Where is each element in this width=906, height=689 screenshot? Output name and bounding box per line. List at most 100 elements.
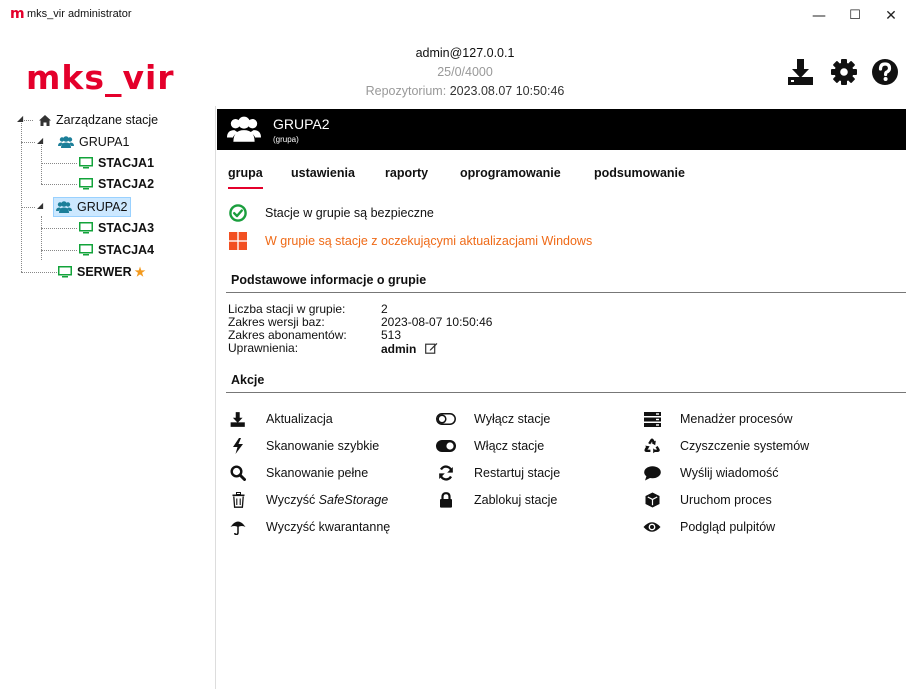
action-restart-stations[interactable]: Restartuj stacje — [436, 465, 560, 481]
tree-line — [41, 250, 77, 251]
tree-line — [41, 228, 77, 229]
close-button[interactable]: ✕ — [876, 4, 906, 28]
action-desktop-preview[interactable]: Podgląd pulpitów — [642, 519, 775, 535]
tree-group-label: GRUPA1 — [79, 135, 130, 149]
action-clear-safestorage[interactable]: Wyczyść SafeStorage — [228, 492, 388, 508]
action-label: Aktualizacja — [266, 412, 333, 426]
download-icon[interactable] — [786, 57, 816, 87]
tree-server-label: SERWER — [77, 265, 132, 279]
action-label: Restartuj stacje — [474, 466, 561, 480]
action-system-cleanup[interactable]: Czyszczenie systemów — [642, 438, 809, 454]
cube-icon — [642, 492, 662, 508]
action-label: Uruchom proces — [680, 493, 772, 507]
collapse-toggle[interactable]: ◢ — [17, 114, 23, 123]
info-section-title: Podstawowe informacje o grupie — [231, 273, 427, 287]
station-tree: ◢ ◢ ◢ Zarządzane stacje GRUPA1 STACJA1 S… — [0, 106, 216, 689]
info-label: Uprawnienia: — [228, 341, 299, 355]
action-clear-quarantine[interactable]: Wyczyść kwarantannę — [228, 519, 390, 535]
tab-raporty[interactable]: raporty — [385, 166, 428, 180]
chat-icon — [642, 465, 662, 481]
tab-podsumowanie[interactable]: podsumowanie — [594, 166, 685, 180]
action-label: Skanowanie pełne — [266, 466, 369, 480]
tree-station-label: STACJA3 — [98, 221, 155, 235]
bolt-icon — [228, 438, 248, 454]
action-run-process[interactable]: Uruchom proces — [642, 492, 772, 508]
action-send-message[interactable]: Wyślij wiadomość — [642, 465, 779, 481]
maximize-button[interactable]: ☐ — [840, 4, 870, 28]
action-quick-scan[interactable]: Skanowanie szybkie — [228, 438, 379, 454]
tree-station-stacja4[interactable]: STACJA4 — [79, 240, 154, 260]
tree-server[interactable]: SERWER ★ — [58, 262, 145, 282]
tree-line — [21, 207, 35, 208]
title-bar: m mks_vir administrator — ☐ ✕ — [0, 0, 906, 34]
tree-line — [41, 163, 77, 164]
check-circle-icon — [229, 204, 247, 222]
tree-group-grupa1[interactable]: GRUPA1 — [58, 132, 129, 152]
action-label: Wyczyść kwarantannę — [266, 520, 391, 534]
app-icon: m — [10, 6, 25, 22]
help-icon[interactable] — [870, 57, 900, 87]
tab-grupa[interactable]: grupa — [228, 166, 263, 189]
action-label: Skanowanie szybkie — [266, 439, 380, 453]
window-title: mks_vir administrator — [27, 8, 132, 20]
group-type: (grupa) — [273, 135, 299, 144]
users-icon — [56, 201, 72, 213]
minimize-button[interactable]: — — [804, 4, 834, 28]
group-banner: GRUPA2 (grupa) — [217, 109, 906, 150]
windows-icon — [229, 232, 247, 250]
edit-icon[interactable] — [424, 342, 438, 354]
app-window: m mks_vir administrator — ☐ ✕ mks_vir ad… — [0, 0, 906, 689]
tree-station-label: STACJA1 — [98, 156, 155, 170]
monitor-icon — [58, 266, 72, 278]
refresh-icon — [436, 465, 456, 481]
trash-icon — [228, 492, 248, 508]
tree-station-label: STACJA2 — [98, 177, 155, 191]
tree-group-label: GRUPA2 — [77, 200, 128, 214]
action-label: Czyszczenie systemów — [680, 439, 810, 453]
group-name: GRUPA2 — [273, 116, 330, 132]
action-full-scan[interactable]: Skanowanie pełne — [228, 465, 368, 481]
tab-ustawienia[interactable]: ustawienia — [291, 166, 355, 180]
collapse-toggle[interactable]: ◢ — [37, 136, 43, 145]
status-warning[interactable]: W grupie są stacje z oczekującymi aktual… — [229, 232, 592, 250]
tree-station-label: STACJA4 — [98, 243, 155, 257]
tree-station-stacja1[interactable]: STACJA1 — [79, 153, 154, 173]
app-logo: mks_vir — [26, 58, 175, 97]
collapse-toggle[interactable]: ◢ — [37, 201, 43, 210]
action-process-manager[interactable]: Menadżer procesów — [642, 411, 793, 427]
action-lock-stations[interactable]: Zablokuj stacje — [436, 492, 557, 508]
tab-oprogramowanie[interactable]: oprogramowanie — [460, 166, 561, 180]
action-label: Wyłącz stacje — [474, 412, 551, 426]
action-enable-stations[interactable]: Włącz stacje — [436, 438, 544, 454]
section-divider — [226, 292, 906, 293]
recycle-icon — [642, 438, 662, 454]
repository-label: Repozytorium: — [365, 84, 447, 98]
tree-line — [41, 184, 77, 185]
star-icon: ★ — [134, 265, 146, 279]
action-label: Włącz stacje — [474, 439, 545, 453]
action-label-text: Wyczyść — [266, 493, 319, 507]
action-disable-stations[interactable]: Wyłącz stacje — [436, 411, 550, 427]
tree-group-grupa2[interactable]: GRUPA2 — [53, 197, 132, 217]
permissions-value: admin — [381, 342, 438, 356]
monitor-icon — [79, 222, 93, 234]
tree-station-stacja3[interactable]: STACJA3 — [79, 218, 154, 238]
action-label: Wyślij wiadomość — [680, 466, 779, 480]
monitor-icon — [79, 157, 93, 169]
safestorage-label: SafeStorage — [318, 493, 389, 507]
tree-line — [41, 140, 42, 184]
action-update[interactable]: Aktualizacja — [228, 411, 333, 427]
download-icon — [228, 411, 248, 427]
repository-date: 2023.08.07 10:50:46 — [449, 84, 565, 98]
users-icon — [58, 136, 74, 148]
tree-line — [41, 216, 42, 260]
actions-section-title: Akcje — [231, 373, 265, 387]
umbrella-icon — [228, 519, 248, 535]
status-warning-text[interactable]: W grupie są stacje z oczekującymi aktual… — [265, 234, 592, 248]
action-label: Wyczyść SafeStorage — [266, 493, 388, 507]
connection-user: admin@127.0.0.1 — [415, 46, 515, 60]
gear-icon[interactable] — [829, 57, 859, 87]
tree-root[interactable]: Zarządzane stacje — [39, 110, 158, 130]
tree-station-stacja2[interactable]: STACJA2 — [79, 174, 154, 194]
home-icon — [39, 114, 51, 126]
